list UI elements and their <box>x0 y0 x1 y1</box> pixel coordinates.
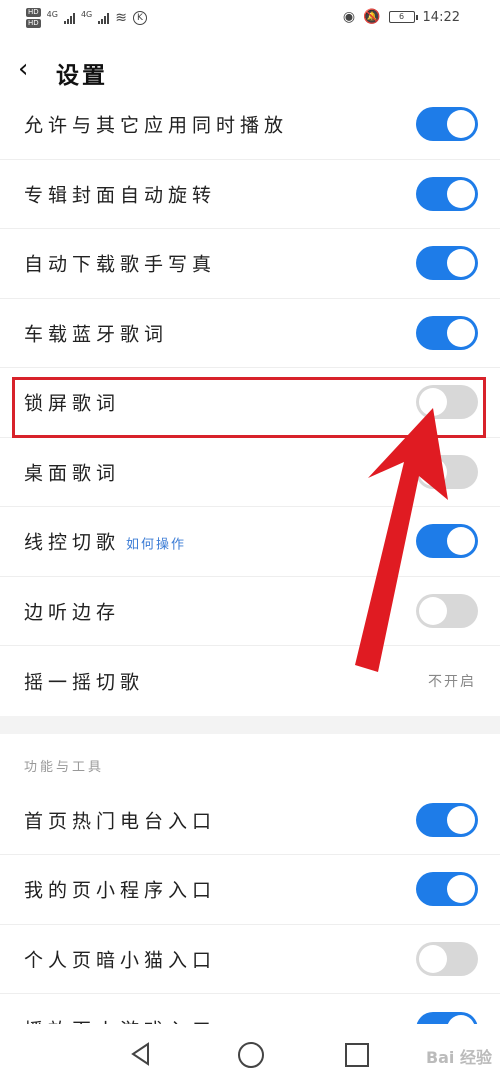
toggle-knob <box>447 875 475 904</box>
battery-icon: 6 <box>388 11 418 23</box>
toggle-knob <box>447 527 475 556</box>
setting-label: 摇一摇切歌 <box>24 671 145 694</box>
hd-icon: HD HD <box>26 8 41 28</box>
toggle-switch[interactable] <box>416 315 478 350</box>
clock: 14:22 <box>422 9 460 25</box>
toggle-knob <box>447 110 475 139</box>
hd-label-2: HD <box>26 19 41 28</box>
setting-row-home-radio[interactable]: 首页热门电台入口 <box>0 786 500 855</box>
setting-row-shake-switch[interactable]: 摇一摇切歌 不开启 <box>0 646 500 716</box>
setting-label-text: 线控切歌 <box>24 531 121 554</box>
toggle-knob <box>447 249 475 278</box>
setting-row-listen-save[interactable]: 边听边存 <box>0 577 500 646</box>
setting-label: 允许与其它应用同时播放 <box>24 114 289 137</box>
chevron-left-icon[interactable]: ‹ <box>18 54 28 84</box>
setting-label: 边听边存 <box>24 601 121 624</box>
setting-label: 线控切歌 如何操作 <box>24 528 186 555</box>
toggle-switch[interactable] <box>416 593 478 628</box>
toggle-knob <box>419 944 447 973</box>
toggle-switch[interactable] <box>416 802 478 837</box>
header: ‹ 设置 <box>0 52 500 92</box>
setting-row-kitten-entry[interactable]: 个人页暗小猫入口 <box>0 925 500 994</box>
hd-label-1: HD <box>26 8 41 17</box>
section-header: 功能与工具 <box>0 734 500 786</box>
toggle-switch[interactable] <box>416 454 478 489</box>
nav-back-icon[interactable] <box>130 1042 152 1066</box>
setting-label: 自动下载歌手写真 <box>24 253 217 276</box>
system-nav-bar: Bai 经验 <box>0 1024 500 1084</box>
setting-row-download-photos[interactable]: 自动下载歌手写真 <box>0 229 500 299</box>
setting-label: 桌面歌词 <box>24 462 121 485</box>
setting-row-wire-control[interactable]: 线控切歌 如何操作 <box>0 507 500 577</box>
signal-icon-1 <box>63 12 75 24</box>
toggle-switch[interactable] <box>416 941 478 976</box>
setting-row-car-bluetooth-lyrics[interactable]: 车载蓝牙歌词 <box>0 299 500 368</box>
status-left: HD HD 4G 4G ≋ K <box>26 8 147 28</box>
toggle-switch[interactable] <box>416 107 478 142</box>
k-icon: K <box>132 11 147 25</box>
toggle-knob <box>419 596 447 625</box>
network-type-2: 4G <box>80 9 93 19</box>
eye-icon: ◉ <box>342 9 356 25</box>
mute-bell-icon: 🔕 <box>363 9 381 25</box>
toggle-switch[interactable] <box>416 176 478 211</box>
setting-label: 个人页暗小猫入口 <box>24 949 217 972</box>
toggle-switch[interactable] <box>416 246 478 281</box>
toggle-knob <box>447 318 475 347</box>
highlight-box <box>12 377 486 438</box>
network-type-1: 4G <box>46 9 58 19</box>
toggle-knob <box>447 805 475 834</box>
toggle-switch[interactable] <box>416 872 478 907</box>
wifi-icon: ≋ <box>115 10 127 26</box>
status-right: ◉ 🔕 6 14:22 <box>343 9 460 25</box>
nav-home-icon[interactable] <box>238 1042 264 1068</box>
setting-value: 不开启 <box>428 673 476 690</box>
section-divider <box>0 715 500 734</box>
status-bar: HD HD 4G 4G ≋ K ◉ 🔕 6 14:22 <box>0 0 500 36</box>
toggle-knob <box>447 179 475 208</box>
settings-list: 允许与其它应用同时播放 专辑封面自动旋转 自动下载歌手写真 车载蓝牙歌词 锁屏歌… <box>0 90 500 1064</box>
toggle-knob <box>419 457 447 486</box>
setting-row-desktop-lyrics[interactable]: 桌面歌词 <box>0 438 500 507</box>
signal-icon-2 <box>98 12 110 24</box>
setting-row-play-with-others[interactable]: 允许与其它应用同时播放 <box>0 90 500 160</box>
setting-label: 专辑封面自动旋转 <box>24 184 217 207</box>
watermark-logo: Bai 经验 <box>425 1048 492 1067</box>
setting-label: 车载蓝牙歌词 <box>24 323 169 346</box>
setting-row-mini-program[interactable]: 我的页小程序入口 <box>0 855 500 925</box>
setting-label: 我的页小程序入口 <box>24 879 217 902</box>
nav-recent-icon[interactable] <box>345 1043 369 1067</box>
how-to-link[interactable]: 如何操作 <box>126 538 186 553</box>
page-title: 设置 <box>56 63 108 89</box>
setting-row-cover-rotate[interactable]: 专辑封面自动旋转 <box>0 160 500 229</box>
toggle-switch[interactable] <box>416 524 478 559</box>
setting-label: 首页热门电台入口 <box>24 810 217 833</box>
section-title: 功能与工具 <box>24 759 105 775</box>
